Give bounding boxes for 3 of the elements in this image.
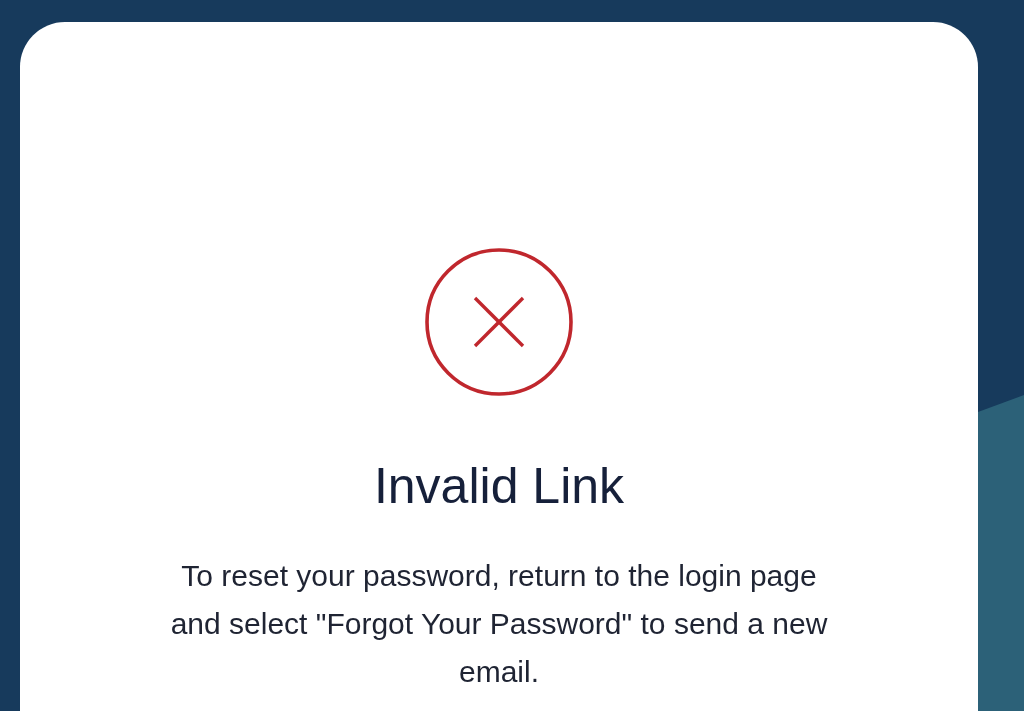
- message-text: To reset your password, return to the login page and select "Forgot Your Password" to send a new email.: [169, 558, 829, 690]
- page-title: Invalid Link: [373, 458, 625, 514]
- error-x-icon: [425, 248, 573, 396]
